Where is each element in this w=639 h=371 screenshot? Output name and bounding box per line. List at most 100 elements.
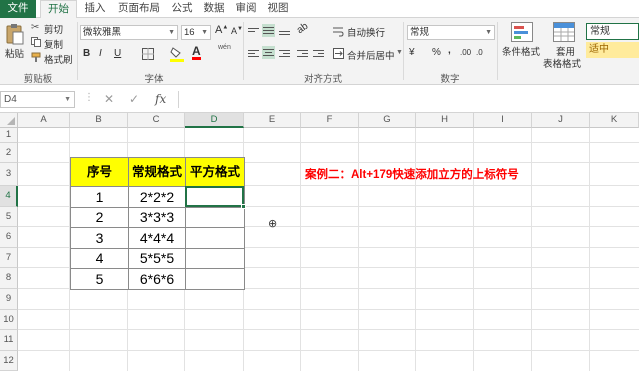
row-header-2[interactable]: 2 — [0, 143, 18, 163]
font-size-dropdown[interactable]: 16 ▼ — [181, 25, 211, 40]
column-header-c[interactable]: C — [128, 113, 185, 128]
cancel-icon[interactable]: ✕ — [104, 92, 114, 106]
merge-center-icon[interactable] — [333, 48, 344, 59]
wrap-text-icon[interactable] — [333, 26, 344, 37]
table-cell[interactable]: 5 — [70, 268, 129, 290]
comma-style-button[interactable]: , — [448, 45, 451, 56]
table-cell[interactable]: 4 — [70, 248, 129, 269]
format-as-table-line2[interactable]: 表格格式 — [543, 56, 581, 70]
column-header-j[interactable]: J — [532, 113, 590, 128]
align-left-icon[interactable] — [248, 48, 259, 59]
row-header-5[interactable]: 5 — [0, 207, 18, 227]
merge-center-button[interactable]: 合并后居中 — [347, 48, 395, 62]
border-icon[interactable] — [142, 48, 154, 60]
fill-handle[interactable] — [241, 204, 246, 209]
decrease-indent-icon[interactable] — [297, 48, 308, 59]
enter-icon[interactable]: ✓ — [129, 92, 139, 106]
underline-button[interactable]: U — [114, 48, 121, 59]
align-bottom-icon[interactable] — [279, 26, 290, 37]
row-header-12[interactable]: 12 — [0, 351, 18, 371]
column-header-f[interactable]: F — [301, 113, 359, 128]
cut-icon[interactable]: ✂ — [31, 22, 39, 33]
phonetic-guide-button[interactable]: wén — [218, 44, 231, 51]
cell-style-normal[interactable]: 常规 — [586, 23, 639, 40]
active-cell-d4[interactable] — [185, 186, 244, 207]
tab-review[interactable]: 审阅 — [232, 0, 260, 18]
copy-icon[interactable] — [31, 37, 41, 47]
tab-insert[interactable]: 插入 — [80, 0, 110, 18]
row-header-9[interactable]: 9 — [0, 289, 18, 310]
tab-home[interactable]: 开始 — [40, 0, 77, 19]
select-all-corner[interactable] — [0, 113, 18, 128]
insert-function-icon[interactable]: fx — [155, 92, 166, 106]
column-header-i[interactable]: I — [474, 113, 532, 128]
column-header-a[interactable]: A — [18, 113, 70, 128]
tab-data[interactable]: 数据 — [200, 0, 228, 18]
number-format-dropdown[interactable]: 常规 ▼ — [407, 25, 495, 40]
table-header-cell[interactable]: 序号 — [70, 157, 129, 187]
align-middle-icon[interactable] — [262, 24, 275, 37]
row-header-6[interactable]: 6 — [0, 227, 18, 248]
cut-button[interactable]: 剪切 — [44, 22, 63, 36]
column-header-h[interactable]: H — [416, 113, 474, 128]
table-header-cell[interactable]: 常规格式 — [128, 157, 186, 187]
table-cell[interactable]: 2*2*2 — [128, 186, 186, 208]
row-header-11[interactable]: 11 — [0, 330, 18, 351]
column-header-b[interactable]: B — [70, 113, 128, 128]
align-center-icon[interactable] — [262, 46, 275, 59]
format-painter-icon[interactable] — [31, 52, 41, 62]
table-cell[interactable]: 3 — [70, 227, 129, 249]
paste-label[interactable]: 粘贴 — [5, 46, 24, 60]
column-header-g[interactable]: G — [359, 113, 416, 128]
table-cell[interactable]: 6*6*6 — [128, 268, 186, 290]
wrap-text-button[interactable]: 自动换行 — [347, 25, 385, 39]
tab-view[interactable]: 视图 — [264, 0, 292, 18]
tab-file[interactable]: 文件 — [0, 0, 36, 18]
row-header-8[interactable]: 8 — [0, 268, 18, 289]
percent-button[interactable]: % — [432, 47, 441, 58]
row-header-7[interactable]: 7 — [0, 248, 18, 268]
copy-button[interactable]: 复制 — [44, 37, 63, 51]
formula-input[interactable] — [178, 91, 639, 108]
table-cell[interactable] — [185, 227, 245, 249]
chevron-down-icon[interactable]: ▼ — [64, 92, 71, 107]
grow-font-icon[interactable]: A▲ — [215, 24, 228, 36]
italic-button[interactable]: I — [99, 48, 102, 59]
conditional-formatting-button[interactable]: 条件格式 — [502, 44, 540, 58]
column-header-e[interactable]: E — [244, 113, 301, 128]
table-cell[interactable]: 3*3*3 — [128, 207, 186, 228]
conditional-formatting-icon[interactable] — [511, 22, 533, 42]
table-cell[interactable]: 1 — [70, 186, 129, 208]
increase-decimal-icon[interactable]: .00 — [460, 48, 471, 57]
cell-style-neutral[interactable]: 适中 — [586, 42, 639, 58]
shrink-font-icon[interactable]: A▼ — [231, 26, 243, 36]
name-box[interactable]: D4 ▼ — [0, 91, 75, 108]
orientation-icon[interactable]: ab — [295, 21, 310, 36]
table-cell[interactable]: 4*4*4 — [128, 227, 186, 249]
decrease-decimal-icon[interactable]: .0 — [476, 48, 483, 57]
font-color-button[interactable]: A — [192, 45, 201, 60]
table-cell[interactable] — [185, 248, 245, 269]
chevron-down-icon[interactable]: ▼ — [396, 49, 403, 56]
table-cell[interactable]: 2 — [70, 207, 129, 228]
row-header-10[interactable]: 10 — [0, 310, 18, 330]
table-cell[interactable]: 5*5*5 — [128, 248, 186, 269]
tab-formulas[interactable]: 公式 — [168, 0, 196, 18]
fill-color-icon[interactable] — [170, 46, 184, 62]
font-name-dropdown[interactable]: 微软雅黑 ▼ — [80, 25, 178, 40]
column-header-d[interactable]: D — [185, 113, 244, 128]
align-top-icon[interactable] — [248, 26, 259, 37]
row-header-3[interactable]: 3 — [0, 163, 18, 186]
paste-icon[interactable] — [5, 23, 25, 45]
tab-page-layout[interactable]: 页面布局 — [113, 0, 165, 18]
table-cell[interactable] — [185, 268, 245, 290]
format-painter-button[interactable]: 格式刷 — [44, 52, 73, 66]
format-as-table-icon[interactable] — [553, 22, 575, 42]
row-header-1[interactable]: 1 — [0, 128, 18, 143]
currency-button[interactable]: ¥ — [409, 47, 415, 58]
table-cell[interactable] — [185, 207, 245, 228]
column-header-k[interactable]: K — [590, 113, 639, 128]
bold-button[interactable]: B — [83, 48, 90, 59]
align-right-icon[interactable] — [279, 48, 290, 59]
table-header-cell[interactable]: 平方格式 — [185, 157, 245, 187]
